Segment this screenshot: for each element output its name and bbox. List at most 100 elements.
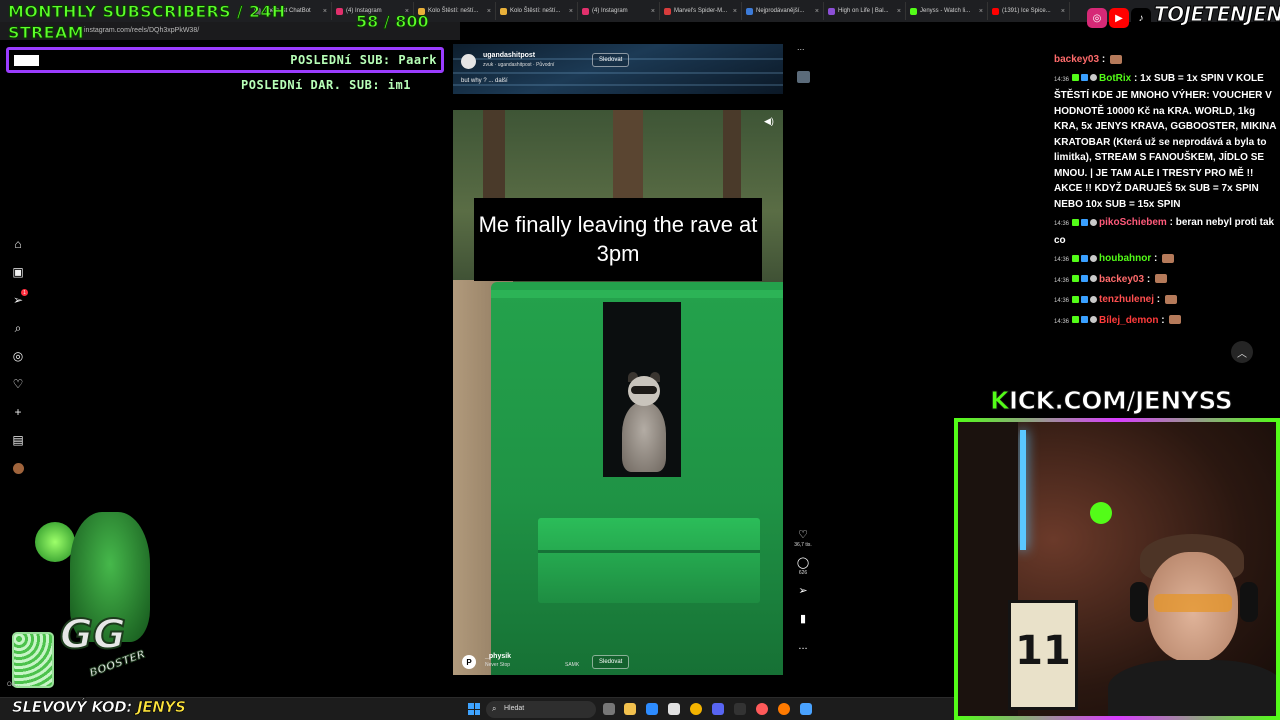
browser-tab[interactable]: High on Life | Bal... × bbox=[824, 2, 906, 20]
chat-message: 14:36 backey03 : bbox=[1054, 272, 1280, 290]
send-icon: ➢ bbox=[798, 585, 808, 597]
chrome-icon[interactable] bbox=[690, 703, 702, 715]
taskbar-search[interactable]: ⌕ Hledat bbox=[486, 701, 596, 718]
tab-favicon-icon bbox=[582, 7, 589, 15]
file-explorer-icon[interactable] bbox=[624, 703, 636, 715]
obs-icon[interactable] bbox=[756, 703, 768, 715]
chat-badge-icon bbox=[1090, 295, 1098, 303]
browser-tab-label: Jenyss - Watch li... bbox=[920, 8, 971, 14]
chevron-up-icon[interactable]: ︿ bbox=[1231, 341, 1253, 363]
messages-badge: 1 bbox=[21, 289, 28, 296]
comment-button[interactable]: ◯ 626 bbox=[792, 556, 814, 584]
reel-follow-button[interactable]: Sledovat bbox=[592, 655, 630, 669]
close-tab-icon[interactable]: × bbox=[487, 8, 491, 15]
chat-emote-icon bbox=[1164, 294, 1177, 304]
share-button[interactable]: ➢ bbox=[792, 584, 814, 612]
close-tab-icon[interactable]: × bbox=[897, 8, 901, 15]
browser-tab[interactable]: (1391) Ice Spice... × bbox=[988, 2, 1070, 20]
profile-avatar[interactable] bbox=[8, 454, 28, 482]
reels-icon[interactable]: ▣ bbox=[8, 258, 28, 286]
close-tab-icon[interactable]: × bbox=[979, 8, 983, 15]
dashboard-icon[interactable]: ▤ bbox=[8, 426, 28, 454]
chat-badge-icon bbox=[1072, 316, 1080, 324]
previous-reel[interactable]: ugandashitpost zvuk · ugandashitpost · P… bbox=[453, 44, 783, 94]
browser-tab-label: Kolo Štěstí: neští... bbox=[510, 8, 561, 14]
audio-thumbnail[interactable] bbox=[797, 71, 810, 83]
comment-count: 626 bbox=[798, 570, 808, 576]
chat-emote-icon bbox=[1109, 54, 1122, 64]
browser-tab[interactable]: Marvel's Spider-M... × bbox=[660, 2, 742, 20]
close-tab-icon[interactable]: × bbox=[651, 8, 655, 15]
chat-username[interactable]: tenzhulenej bbox=[1099, 294, 1154, 305]
chat-badge-icon bbox=[1072, 254, 1080, 262]
previous-reel-follow-button[interactable]: Sledovat bbox=[592, 53, 630, 67]
edge-icon[interactable] bbox=[646, 703, 658, 715]
youtube-icon: ▶ bbox=[1109, 8, 1129, 28]
browser-tab[interactable]: Nejprodávanější... × bbox=[742, 2, 824, 20]
chat-timestamp: 14:36 bbox=[1054, 76, 1070, 83]
browser-tab[interactable]: Jenyss - Watch li... × bbox=[906, 2, 988, 20]
explore-icon[interactable]: ◎ bbox=[8, 342, 28, 370]
more-options-icon[interactable]: ... bbox=[797, 42, 805, 52]
close-tab-icon[interactable]: × bbox=[1061, 8, 1065, 15]
product-jar bbox=[12, 632, 54, 688]
chat-message: 14:36 houbahnor : bbox=[1054, 251, 1280, 269]
tab-favicon-icon bbox=[664, 7, 671, 15]
reel-audio-tag[interactable]: SAMK bbox=[565, 662, 579, 668]
search-icon[interactable]: ⌕ bbox=[8, 314, 28, 342]
close-tab-icon[interactable]: × bbox=[733, 8, 737, 15]
reel-video[interactable] bbox=[453, 110, 783, 675]
previous-reel-username[interactable]: ugandashitpost bbox=[483, 52, 535, 59]
close-tab-icon[interactable]: × bbox=[815, 8, 819, 15]
browser-tab[interactable]: (4) Instagram × bbox=[578, 2, 660, 20]
heart-icon[interactable]: ♡ bbox=[8, 370, 28, 398]
plus-icon[interactable]: + bbox=[8, 398, 28, 426]
close-tab-icon[interactable]: × bbox=[569, 8, 573, 15]
chat-username[interactable]: Bílej_demon bbox=[1099, 315, 1158, 326]
chat-separator: : bbox=[1158, 314, 1168, 326]
browser-tab-label: Nejprodávanější... bbox=[756, 8, 805, 14]
previous-reel-caption[interactable]: but why ? ... další bbox=[461, 78, 508, 84]
browser-icon[interactable] bbox=[778, 703, 790, 715]
like-button[interactable]: ♡ 36,7 tis. bbox=[792, 528, 814, 556]
chat-username[interactable]: pikoSchiebem bbox=[1099, 217, 1167, 228]
chat-separator: : bbox=[1131, 72, 1141, 84]
like-count: 36,7 tis. bbox=[794, 542, 812, 548]
save-button[interactable]: ▮ bbox=[792, 612, 814, 640]
close-tab-icon[interactable]: × bbox=[323, 8, 327, 15]
subscriber-count: 58 / 800 bbox=[356, 12, 430, 32]
chat-username[interactable]: backey03 bbox=[1054, 54, 1099, 65]
reel-author-username[interactable]: _physik bbox=[485, 653, 511, 660]
chat-username[interactable]: houbahnor bbox=[1099, 253, 1151, 264]
chat-message: 14:36 BotRix : 1x SUB = 1x SPIN V KOLE ŠT… bbox=[1054, 71, 1280, 213]
reel-audio[interactable]: Never Stop bbox=[485, 662, 510, 668]
previous-reel-avatar[interactable] bbox=[461, 54, 476, 69]
chat-panel: backey03 : 14:36 BotRix : 1x SUB = 1x SPI… bbox=[1054, 52, 1280, 333]
reel-author-avatar[interactable]: P bbox=[462, 655, 476, 669]
mute-icon[interactable]: ◀) bbox=[764, 116, 774, 127]
home-icon[interactable]: ⌂ bbox=[8, 230, 28, 258]
notes-icon[interactable] bbox=[800, 703, 812, 715]
chat-badge-icon bbox=[1072, 218, 1080, 226]
more-button[interactable]: ... bbox=[792, 640, 814, 668]
previous-reel-audio[interactable]: zvuk · ugandashitpost · Původní bbox=[483, 62, 554, 68]
store-icon[interactable] bbox=[668, 703, 680, 715]
reel-caption-overlay: Me finally leaving the rave at 3pm bbox=[474, 198, 762, 281]
chat-username[interactable]: backey03 bbox=[1099, 274, 1144, 285]
messages-icon[interactable]: ➢ 1 bbox=[8, 286, 28, 314]
terminal-icon[interactable] bbox=[734, 703, 746, 715]
chat-separator: : bbox=[1154, 294, 1163, 305]
task-view-icon[interactable] bbox=[603, 703, 615, 715]
chat-username[interactable]: BotRix bbox=[1099, 73, 1131, 84]
discord-icon[interactable] bbox=[712, 703, 724, 715]
xbox-logo bbox=[1090, 502, 1112, 524]
tab-favicon-icon bbox=[500, 7, 507, 15]
browser-tab[interactable]: Kolo Štěstí: neští... × bbox=[496, 2, 578, 20]
heart-icon: ♡ bbox=[798, 529, 808, 541]
chat-badge-icon bbox=[1081, 295, 1089, 303]
instagram-icon: ◎ bbox=[1087, 8, 1107, 28]
sponsor-logo: GG bbox=[59, 611, 127, 659]
promo-code: JENYS bbox=[137, 698, 186, 717]
chat-badge-icon bbox=[1072, 74, 1080, 82]
windows-start-icon[interactable] bbox=[468, 703, 480, 715]
